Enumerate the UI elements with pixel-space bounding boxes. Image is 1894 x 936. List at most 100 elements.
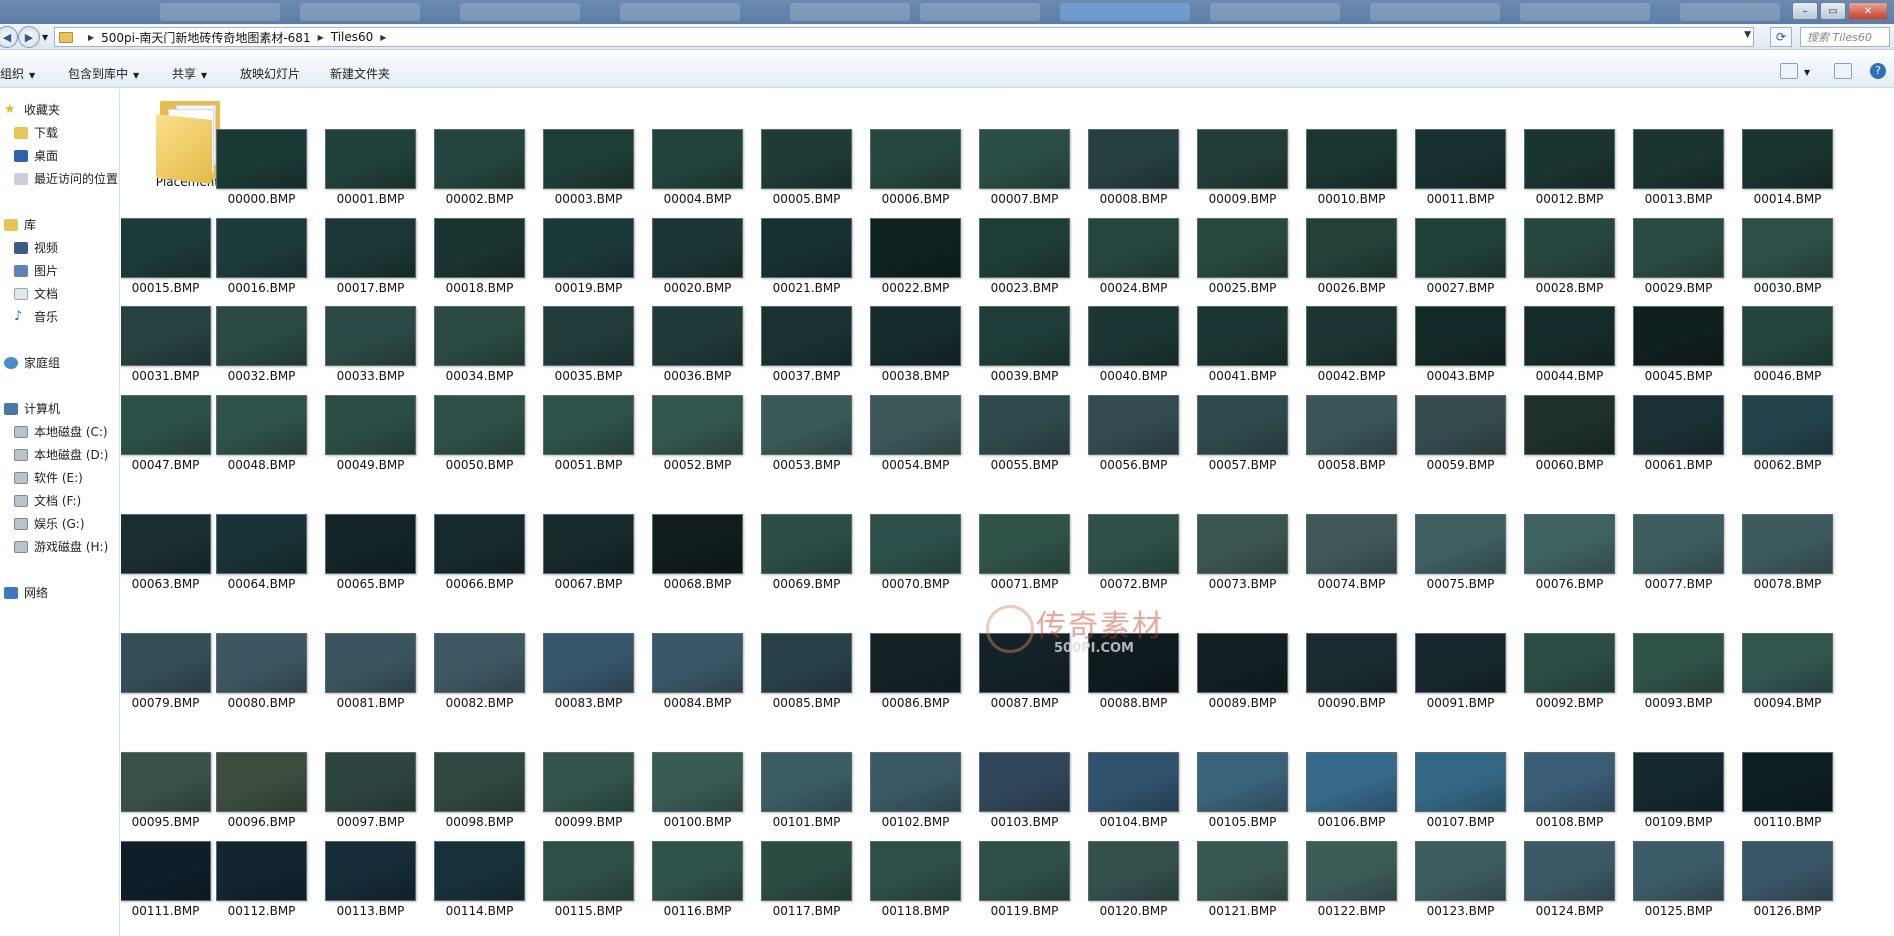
file-item[interactable]: 00046.BMP bbox=[1733, 306, 1842, 383]
file-item[interactable]: 00005.BMP bbox=[752, 129, 861, 206]
file-item[interactable]: 00076.BMP bbox=[1515, 514, 1624, 591]
file-item[interactable]: 00111.BMP bbox=[121, 841, 220, 918]
nav-drive-f[interactable]: 文档 (F:) bbox=[14, 492, 81, 509]
file-item[interactable]: 00021.BMP bbox=[752, 218, 861, 295]
file-item[interactable]: 00116.BMP bbox=[643, 841, 752, 918]
file-item[interactable]: 00061.BMP bbox=[1624, 395, 1733, 472]
file-item[interactable]: 00038.BMP bbox=[861, 306, 970, 383]
nav-drive-g[interactable]: 娱乐 (G:) bbox=[14, 515, 85, 532]
file-item[interactable]: 00087.BMP bbox=[970, 633, 1079, 710]
share-button[interactable]: 共享 ▼ bbox=[172, 65, 207, 82]
file-item[interactable]: 00082.BMP bbox=[425, 633, 534, 710]
file-item[interactable]: 00010.BMP bbox=[1297, 129, 1406, 206]
chevron-down-icon[interactable]: ▼ bbox=[1744, 30, 1751, 40]
nav-drive-d[interactable]: 本地磁盘 (D:) bbox=[14, 446, 108, 463]
file-item[interactable]: 00035.BMP bbox=[534, 306, 643, 383]
file-item[interactable]: 00026.BMP bbox=[1297, 218, 1406, 295]
file-item[interactable]: 00002.BMP bbox=[425, 129, 534, 206]
file-item[interactable]: 00059.BMP bbox=[1406, 395, 1515, 472]
file-item[interactable]: 00050.BMP bbox=[425, 395, 534, 472]
file-item[interactable]: 00119.BMP bbox=[970, 841, 1079, 918]
file-item[interactable]: 00113.BMP bbox=[316, 841, 425, 918]
file-item[interactable]: 00008.BMP bbox=[1079, 129, 1188, 206]
file-item[interactable]: 00105.BMP bbox=[1188, 752, 1297, 829]
file-item[interactable]: 00079.BMP bbox=[121, 633, 220, 710]
file-item[interactable]: 00094.BMP bbox=[1733, 633, 1842, 710]
file-item[interactable]: 00086.BMP bbox=[861, 633, 970, 710]
organize-button[interactable]: 组织 ▼ bbox=[0, 65, 35, 82]
file-item[interactable]: 00051.BMP bbox=[534, 395, 643, 472]
breadcrumb-item[interactable]: Tiles60 bbox=[331, 30, 374, 44]
file-item[interactable]: 00013.BMP bbox=[1624, 129, 1733, 206]
file-item[interactable]: 00057.BMP bbox=[1188, 395, 1297, 472]
file-item[interactable]: 00031.BMP bbox=[121, 306, 220, 383]
file-item[interactable]: 00053.BMP bbox=[752, 395, 861, 472]
file-item[interactable]: 00066.BMP bbox=[425, 514, 534, 591]
address-bar[interactable]: ▶ 500pi-南天门新地砖传奇地图素材-681 ▶ Tiles60 ▶ ▼ bbox=[54, 27, 1754, 47]
file-item[interactable]: 00025.BMP bbox=[1188, 218, 1297, 295]
file-item[interactable]: 00006.BMP bbox=[861, 129, 970, 206]
refresh-icon[interactable]: ⟳ bbox=[1770, 27, 1792, 47]
file-item[interactable]: 00098.BMP bbox=[425, 752, 534, 829]
view-options-icon[interactable] bbox=[1780, 63, 1798, 79]
file-item[interactable]: 00121.BMP bbox=[1188, 841, 1297, 918]
search-input[interactable]: 搜索 Tiles60 bbox=[1800, 27, 1890, 47]
file-item[interactable]: 00048.BMP bbox=[207, 395, 316, 472]
file-item[interactable]: 00027.BMP bbox=[1406, 218, 1515, 295]
file-item[interactable]: 00112.BMP bbox=[207, 841, 316, 918]
file-item[interactable]: 00095.BMP bbox=[121, 752, 220, 829]
close-icon[interactable]: ✕ bbox=[1848, 2, 1888, 20]
breadcrumb-item[interactable]: 500pi-南天门新地砖传奇地图素材-681 bbox=[101, 29, 310, 46]
file-item[interactable]: 00000.BMP bbox=[207, 129, 316, 206]
file-item[interactable]: 00032.BMP bbox=[207, 306, 316, 383]
file-item[interactable]: 00024.BMP bbox=[1079, 218, 1188, 295]
file-item[interactable]: 00074.BMP bbox=[1297, 514, 1406, 591]
file-item[interactable]: 00069.BMP bbox=[752, 514, 861, 591]
file-item[interactable]: 00004.BMP bbox=[643, 129, 752, 206]
file-item[interactable]: 00104.BMP bbox=[1079, 752, 1188, 829]
file-item[interactable]: 00085.BMP bbox=[752, 633, 861, 710]
file-item[interactable]: 00093.BMP bbox=[1624, 633, 1733, 710]
slideshow-button[interactable]: 放映幻灯片 bbox=[240, 65, 300, 82]
nav-favorites[interactable]: ★ 收藏夹 bbox=[4, 101, 60, 118]
file-item[interactable]: 00124.BMP bbox=[1515, 841, 1624, 918]
file-item[interactable]: 00099.BMP bbox=[534, 752, 643, 829]
file-item[interactable]: 00067.BMP bbox=[534, 514, 643, 591]
file-item[interactable]: 00009.BMP bbox=[1188, 129, 1297, 206]
nav-recent[interactable]: 最近访问的位置 bbox=[14, 170, 118, 187]
file-item[interactable]: 00039.BMP bbox=[970, 306, 1079, 383]
file-item[interactable]: 00123.BMP bbox=[1406, 841, 1515, 918]
file-item[interactable]: 00023.BMP bbox=[970, 218, 1079, 295]
file-item[interactable]: 00011.BMP bbox=[1406, 129, 1515, 206]
nav-documents[interactable]: 文档 bbox=[14, 285, 58, 302]
file-item[interactable]: 00081.BMP bbox=[316, 633, 425, 710]
chevron-down-icon[interactable]: ▼ bbox=[1804, 68, 1810, 77]
file-item[interactable]: 00047.BMP bbox=[121, 395, 220, 472]
file-item[interactable]: 00107.BMP bbox=[1406, 752, 1515, 829]
file-item[interactable]: 00020.BMP bbox=[643, 218, 752, 295]
file-item[interactable]: 00036.BMP bbox=[643, 306, 752, 383]
file-item[interactable]: 00028.BMP bbox=[1515, 218, 1624, 295]
file-item[interactable]: 00101.BMP bbox=[752, 752, 861, 829]
file-item[interactable]: 00029.BMP bbox=[1624, 218, 1733, 295]
file-item[interactable]: 00056.BMP bbox=[1079, 395, 1188, 472]
file-item[interactable]: 00118.BMP bbox=[861, 841, 970, 918]
file-item[interactable]: 00122.BMP bbox=[1297, 841, 1406, 918]
file-item[interactable]: 00109.BMP bbox=[1624, 752, 1733, 829]
file-item[interactable]: 00075.BMP bbox=[1406, 514, 1515, 591]
new-folder-button[interactable]: 新建文件夹 bbox=[330, 65, 390, 82]
file-item[interactable]: 00084.BMP bbox=[643, 633, 752, 710]
nav-pictures[interactable]: 图片 bbox=[14, 262, 58, 279]
nav-homegroup[interactable]: 家庭组 bbox=[4, 354, 60, 371]
file-item[interactable]: 00065.BMP bbox=[316, 514, 425, 591]
file-item[interactable]: 00042.BMP bbox=[1297, 306, 1406, 383]
file-item[interactable]: 00014.BMP bbox=[1733, 129, 1842, 206]
file-item[interactable]: 00115.BMP bbox=[534, 841, 643, 918]
file-item[interactable]: 00058.BMP bbox=[1297, 395, 1406, 472]
nav-music[interactable]: ♪ 音乐 bbox=[14, 308, 58, 325]
file-item[interactable]: 00120.BMP bbox=[1079, 841, 1188, 918]
file-item[interactable]: 00034.BMP bbox=[425, 306, 534, 383]
chevron-right-icon[interactable]: ▶ bbox=[380, 33, 386, 42]
file-item[interactable]: 00044.BMP bbox=[1515, 306, 1624, 383]
file-item[interactable]: 00043.BMP bbox=[1406, 306, 1515, 383]
